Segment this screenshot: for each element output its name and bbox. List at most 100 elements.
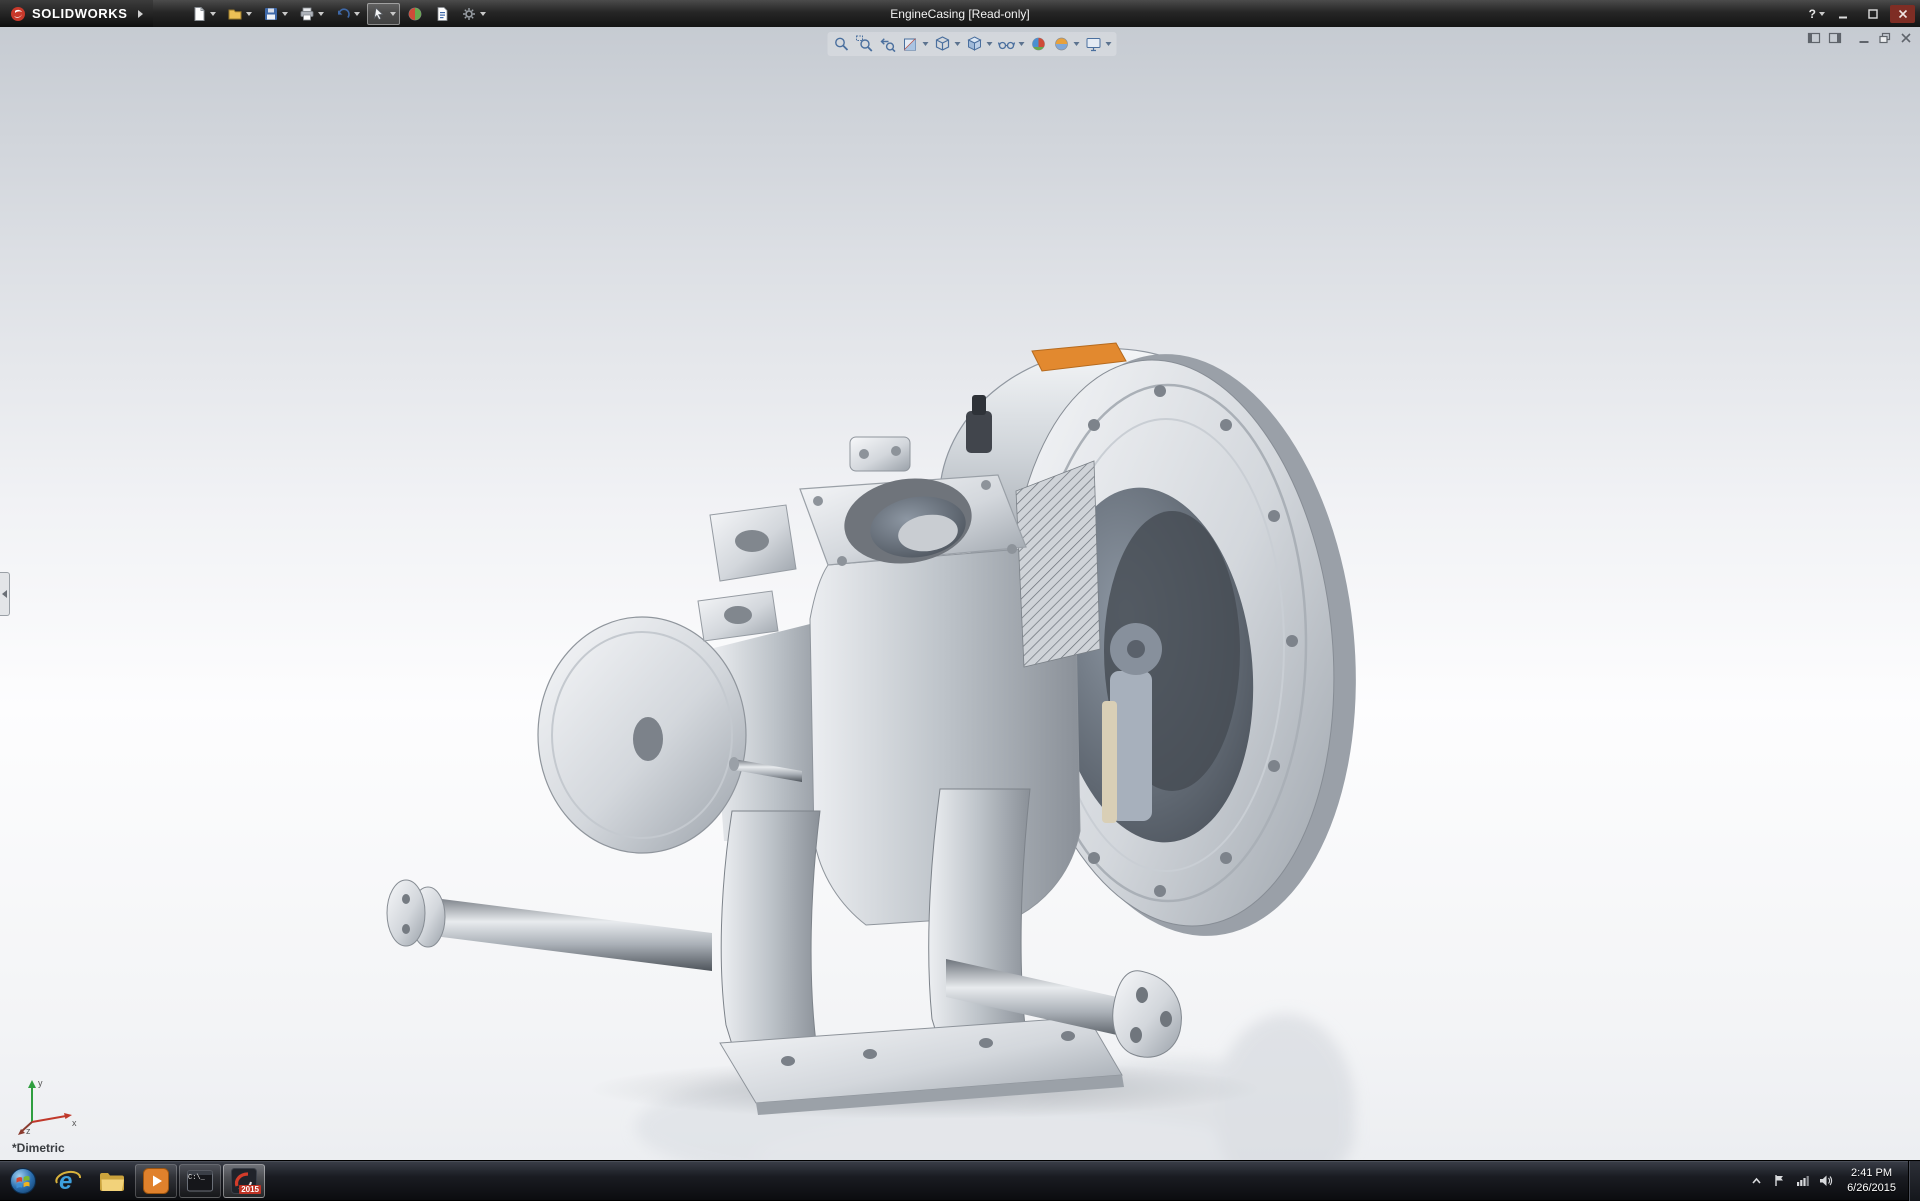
save-button[interactable] bbox=[259, 3, 292, 25]
titlebar-right-controls: ? bbox=[1809, 5, 1920, 23]
featuremanager-pane-icon[interactable] bbox=[1807, 31, 1821, 45]
command-prompt-glyph: C:\_ bbox=[188, 1174, 205, 1182]
print-button[interactable] bbox=[295, 3, 328, 25]
chevron-down-icon[interactable] bbox=[210, 12, 216, 16]
triad-z-label: z bbox=[26, 1126, 31, 1136]
new-document-button[interactable] bbox=[187, 3, 220, 25]
taskbar-app-command-prompt[interactable]: C:\_ bbox=[179, 1164, 221, 1198]
solidworks-version-badge: 2015 bbox=[239, 1185, 261, 1194]
solidworks-logo: SOLIDWORKS bbox=[0, 0, 153, 27]
display-style-cube-icon bbox=[965, 35, 983, 53]
options-gear-icon bbox=[461, 6, 477, 22]
chevron-down-icon[interactable] bbox=[986, 42, 992, 46]
close-icon bbox=[1896, 7, 1910, 21]
engine-mount-bracket bbox=[698, 505, 796, 641]
media-player-icon bbox=[142, 1167, 170, 1195]
file-properties-button[interactable] bbox=[430, 3, 454, 25]
windows-orb-icon bbox=[9, 1167, 37, 1195]
close-window-button[interactable] bbox=[1890, 5, 1915, 23]
action-center-flag-icon[interactable] bbox=[1772, 1173, 1787, 1188]
undo-icon bbox=[335, 6, 351, 22]
display-pane-icon[interactable] bbox=[1828, 31, 1842, 45]
show-desktop-button[interactable] bbox=[1908, 1161, 1920, 1201]
clock-time: 2:41 PM bbox=[1847, 1166, 1896, 1181]
chevron-down-icon[interactable] bbox=[1819, 12, 1825, 16]
maximize-window-button[interactable] bbox=[1860, 5, 1885, 23]
rebuild-button[interactable] bbox=[403, 3, 427, 25]
3ds-logo-icon bbox=[10, 6, 26, 22]
undo-button[interactable] bbox=[331, 3, 364, 25]
chevron-down-icon[interactable] bbox=[954, 42, 960, 46]
network-icon[interactable] bbox=[1795, 1173, 1810, 1188]
zoom-to-fit-button[interactable] bbox=[831, 34, 851, 54]
previous-view-button[interactable] bbox=[877, 34, 897, 54]
zoom-to-fit-icon bbox=[832, 35, 850, 53]
sensor-body bbox=[966, 411, 992, 453]
taskbar-app-solidworks[interactable]: 2015 bbox=[223, 1164, 265, 1198]
doc-restore-icon[interactable] bbox=[1878, 31, 1892, 45]
view-orientation-button[interactable] bbox=[932, 34, 961, 54]
minimize-window-button[interactable] bbox=[1830, 5, 1855, 23]
open-button[interactable] bbox=[223, 3, 256, 25]
volume-icon[interactable] bbox=[1818, 1173, 1833, 1188]
cover-hub-hole bbox=[633, 717, 663, 761]
previous-view-icon bbox=[878, 35, 896, 53]
engine-casing-model[interactable] bbox=[380, 319, 1370, 1160]
chevron-down-icon[interactable] bbox=[246, 12, 252, 16]
chevron-down-icon[interactable] bbox=[1018, 42, 1024, 46]
minimize-icon bbox=[1836, 7, 1850, 21]
new-document-icon bbox=[191, 6, 207, 22]
view-settings-icon bbox=[1084, 35, 1102, 53]
internet-explorer-icon: e bbox=[54, 1167, 82, 1195]
chevron-down-icon[interactable] bbox=[390, 12, 396, 16]
graphics-area[interactable]: y x z *Dimetric bbox=[0, 27, 1920, 1160]
section-view-button[interactable] bbox=[900, 34, 929, 54]
taskbar-app-windows-explorer[interactable] bbox=[91, 1164, 133, 1198]
chevron-down-icon[interactable] bbox=[354, 12, 360, 16]
help-button[interactable]: ? bbox=[1809, 7, 1825, 21]
options-button[interactable] bbox=[457, 3, 490, 25]
doc-minimize-icon[interactable] bbox=[1857, 31, 1871, 45]
system-tray: 2:41 PM 6/26/2015 bbox=[1749, 1166, 1908, 1196]
standard-toolbar bbox=[187, 3, 490, 25]
chevron-down-icon[interactable] bbox=[1073, 42, 1079, 46]
select-cursor-icon bbox=[371, 6, 387, 22]
chevron-down-icon[interactable] bbox=[1105, 42, 1111, 46]
section-view-icon bbox=[901, 35, 919, 53]
taskbar-app-internet-explorer[interactable]: e bbox=[47, 1164, 89, 1198]
doc-close-icon[interactable] bbox=[1899, 31, 1913, 45]
edit-appearance-ball-icon bbox=[1029, 35, 1047, 53]
show-hidden-icons-button[interactable] bbox=[1749, 1173, 1764, 1188]
menu-expand-chevron[interactable] bbox=[138, 10, 143, 18]
reference-triad: y x z bbox=[16, 1070, 82, 1136]
chevron-down-icon[interactable] bbox=[922, 42, 928, 46]
view-settings-button[interactable] bbox=[1083, 34, 1112, 54]
apply-scene-button[interactable] bbox=[1051, 34, 1080, 54]
chevron-left-icon bbox=[2, 590, 7, 598]
chevron-down-icon[interactable] bbox=[480, 12, 486, 16]
start-button[interactable] bbox=[0, 1161, 46, 1201]
chevron-down-icon[interactable] bbox=[282, 12, 288, 16]
inner-rod bbox=[1102, 701, 1117, 823]
folder-icon bbox=[98, 1167, 126, 1195]
taskbar-clock[interactable]: 2:41 PM 6/26/2015 bbox=[1841, 1166, 1902, 1196]
select-tool-button[interactable] bbox=[367, 3, 400, 25]
taskbar-app-media-player[interactable] bbox=[135, 1164, 177, 1198]
file-properties-icon bbox=[434, 6, 450, 22]
triad-y-label: y bbox=[38, 1078, 43, 1088]
zoom-to-area-button[interactable] bbox=[854, 34, 874, 54]
print-icon bbox=[299, 6, 315, 22]
collapsed-pane-tab[interactable] bbox=[0, 572, 10, 616]
section-hatch-face bbox=[1016, 461, 1100, 667]
hide-show-items-button[interactable] bbox=[996, 34, 1025, 54]
display-style-button[interactable] bbox=[964, 34, 993, 54]
window-title: EngineCasing [Read-only] bbox=[890, 7, 1029, 21]
view-orientation-cube-icon bbox=[933, 35, 951, 53]
triad-x-label: x bbox=[72, 1118, 77, 1128]
document-window-controls bbox=[1807, 31, 1913, 45]
edit-appearance-button[interactable] bbox=[1028, 34, 1048, 54]
chevron-down-icon[interactable] bbox=[318, 12, 324, 16]
left-support-rod bbox=[387, 880, 712, 971]
app-titlebar: SOLIDWORKS bbox=[0, 0, 1920, 27]
brand-text: SOLIDWORKS bbox=[32, 6, 128, 21]
